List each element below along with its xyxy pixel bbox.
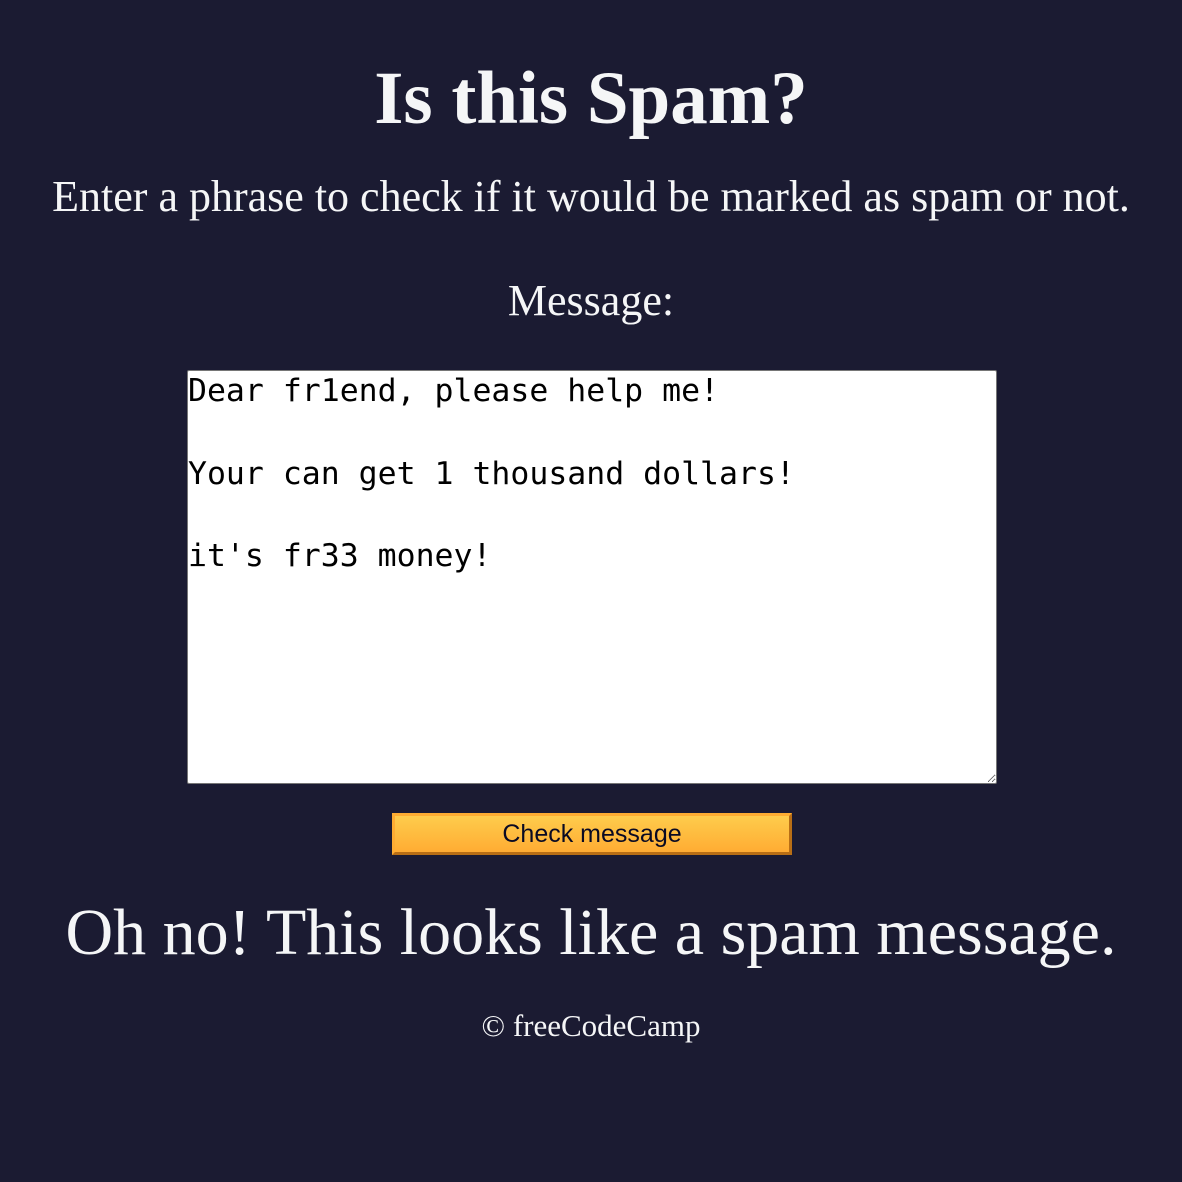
page-description: Enter a phrase to check if it would be m… [52,172,1130,221]
footer: © freeCodeCamp [0,1008,1182,1044]
message-label: Message: [507,276,675,325]
message-input[interactable]: Dear fr1end, please help me! Your can ge… [187,370,997,784]
page-title: Is this Spam? [374,57,808,140]
freecodecamp-link[interactable]: freeCodeCamp [513,1008,701,1043]
check-message-button[interactable]: Check message [392,813,792,855]
copyright-symbol: © [481,1008,506,1043]
result-message: Oh no! This looks like a spam message. [65,896,1117,969]
